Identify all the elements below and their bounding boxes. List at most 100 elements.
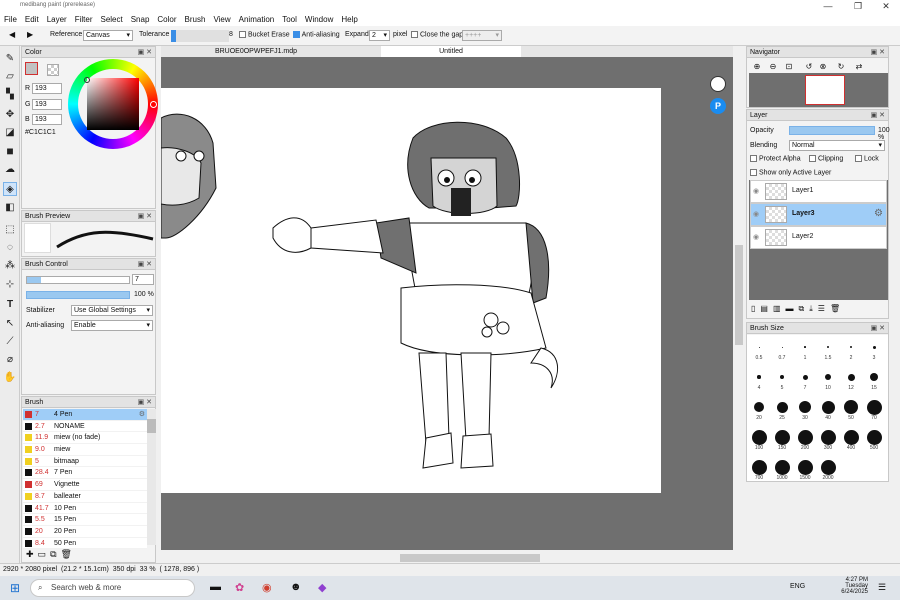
merge-down-icon[interactable]: ⤓ [809,304,818,313]
brush-size-dot[interactable] [780,375,784,379]
copy-brush-icon[interactable]: ⧉ [50,549,60,559]
brush-size-dot[interactable] [825,374,831,380]
close-gap-checkbox[interactable] [411,31,418,38]
brush-list-item[interactable]: 5.5 15 Pen [23,514,147,526]
eyedropper-icon[interactable]: ⌀ [3,353,17,367]
protect-alpha-option[interactable]: Protect Alpha [750,155,801,162]
tolerance-slider-thumb[interactable] [171,30,176,42]
add-brush-icon[interactable]: ✚ [26,549,38,559]
brush-size-dot[interactable] [821,400,835,414]
lasso-tool-icon[interactable]: ◌ [3,241,17,255]
brush-size-dot[interactable] [802,374,808,380]
stabilizer-select[interactable]: Use Global Settings ▾ [71,305,153,316]
brush-list-item[interactable]: 2.7 NONAME [23,420,147,433]
brush-size-dot[interactable] [751,429,767,445]
select-pen-icon[interactable]: ⊹ [3,278,17,292]
browser-icon[interactable]: ◉ [262,581,272,594]
brush-tool-icon[interactable]: ✎ [3,52,17,66]
brush-list-item[interactable]: 41.7 10 Pen [23,502,147,515]
brush-list-item[interactable]: 11.9 miew (no fade) [23,432,147,445]
dot-tool-icon[interactable]: ▚ [3,88,17,102]
new-folder-icon[interactable]: ▬ [786,304,799,313]
menu-edit[interactable]: Edit [21,13,43,26]
medibang-icon[interactable]: ☻ [290,581,302,593]
menu-filter[interactable]: Filter [71,13,97,26]
brush-size-dot[interactable] [872,345,876,349]
menu-tool[interactable]: Tool [278,13,301,26]
app-icon[interactable]: ◆ [318,581,326,594]
brush-size-input[interactable]: 7 [132,274,154,285]
brush-size-dot[interactable] [757,375,761,379]
menu-brush[interactable]: Brush [181,13,210,26]
menu-select[interactable]: Select [96,13,126,26]
fit-icon[interactable]: ⊡ [784,62,794,72]
lock-option[interactable]: Lock [855,155,879,162]
brush-size-dot[interactable] [774,459,790,475]
menu-file[interactable]: File [0,13,21,26]
new-layer-icon[interactable]: ▯ [751,304,760,313]
panel-dock-icon[interactable]: ▣ ✕ [871,110,885,121]
rotate-right-icon[interactable]: ↻ [836,62,846,72]
hand-tool-icon[interactable]: ✋ [3,371,17,385]
operation-tool-icon[interactable]: ↖ [3,317,17,331]
magic-wand-icon[interactable]: ⁂ [3,259,17,273]
avatar-icon[interactable] [710,76,726,92]
brush-size-dot[interactable] [781,346,783,348]
file-explorer-icon[interactable]: ▬ [210,581,221,593]
tab-document-1[interactable]: BRUOE0OPWPEFJ1.mdp [181,46,331,57]
eye-icon[interactable]: ◉ [753,210,759,218]
anti-aliasing-checkbox[interactable] [293,31,300,38]
new-halftone-icon[interactable]: ▤ [760,304,773,313]
duplicate-layer-icon[interactable]: ⧉ [799,304,810,313]
expand-select[interactable]: 2 ▾ [369,30,390,41]
brush-size-slider[interactable] [26,276,130,284]
eye-icon[interactable]: ◉ [753,233,759,241]
brush-size-dot[interactable] [774,429,790,445]
zoom-in-icon[interactable]: ⊕ [752,62,762,72]
protect-alpha-checkbox[interactable] [750,155,757,162]
blending-select[interactable]: Normal ▾ [789,140,885,151]
delete-layer-icon[interactable]: 🗑 [830,304,845,313]
brush-list-item[interactable]: 8.4 50 Pen [23,537,147,550]
move-tool-icon[interactable]: ✥ [3,108,17,122]
primary-color-swatch[interactable] [25,62,38,75]
r-input[interactable]: 193 [32,83,62,94]
cloud-icon[interactable]: ☁ [3,163,17,177]
next-icon[interactable]: ▶ [27,30,33,39]
drawing-canvas[interactable] [160,88,661,493]
windows-start-icon[interactable]: ⊞ [10,581,20,595]
bucket-erase-option[interactable]: Bucket Erase [239,31,290,38]
brush-size-dot[interactable] [776,401,788,413]
brush-list-item[interactable]: 7 4 Pen ⚙ [23,409,147,421]
brush-size-dot[interactable] [866,399,882,415]
vertical-scrollbar[interactable] [735,245,743,345]
reset-rotation-icon[interactable]: ⊗ [818,62,828,72]
panel-dock-icon[interactable]: ▣ ✕ [871,323,885,334]
brush-size-dot[interactable] [804,346,806,348]
pixiv-icon[interactable]: P [710,98,726,114]
layer-opacity-slider[interactable] [789,126,875,135]
gear-icon[interactable]: ⚙ [139,409,145,421]
bucket-tool-icon[interactable]: ◈ [3,182,17,196]
hue-cursor[interactable] [150,101,157,108]
layer-row-3-active[interactable]: ◉ Layer3 ⚙ [750,203,887,226]
brush-size-dot[interactable] [820,429,836,445]
flip-icon[interactable]: ⇄ [854,62,864,72]
notification-icon[interactable]: ☰ [878,582,886,593]
aa-select[interactable]: Enable ▾ [71,320,153,331]
select-rect-icon[interactable]: ⬚ [3,223,17,237]
brush-list-item[interactable]: 9.0 miew [23,444,147,456]
menu-help[interactable]: Help [337,13,361,26]
saturation-square[interactable] [87,78,139,130]
show-active-option[interactable]: Show only Active Layer [750,169,831,176]
layer-menu-icon[interactable]: ☰ [818,304,830,313]
close-gap-option[interactable]: Close the gap [411,31,463,38]
bucket-erase-checkbox[interactable] [239,31,246,38]
panel-dock-icon[interactable]: ▣ ✕ [138,259,152,270]
g-input[interactable]: 193 [32,99,62,110]
prev-icon[interactable]: ◀ [9,30,15,39]
tolerance-slider[interactable] [171,30,229,42]
anti-aliasing-option[interactable]: Anti-aliasing [293,31,340,38]
delete-brush-icon[interactable]: 🗑 [61,549,76,559]
brush-list-item[interactable]: 28.4 7 Pen [23,467,147,480]
